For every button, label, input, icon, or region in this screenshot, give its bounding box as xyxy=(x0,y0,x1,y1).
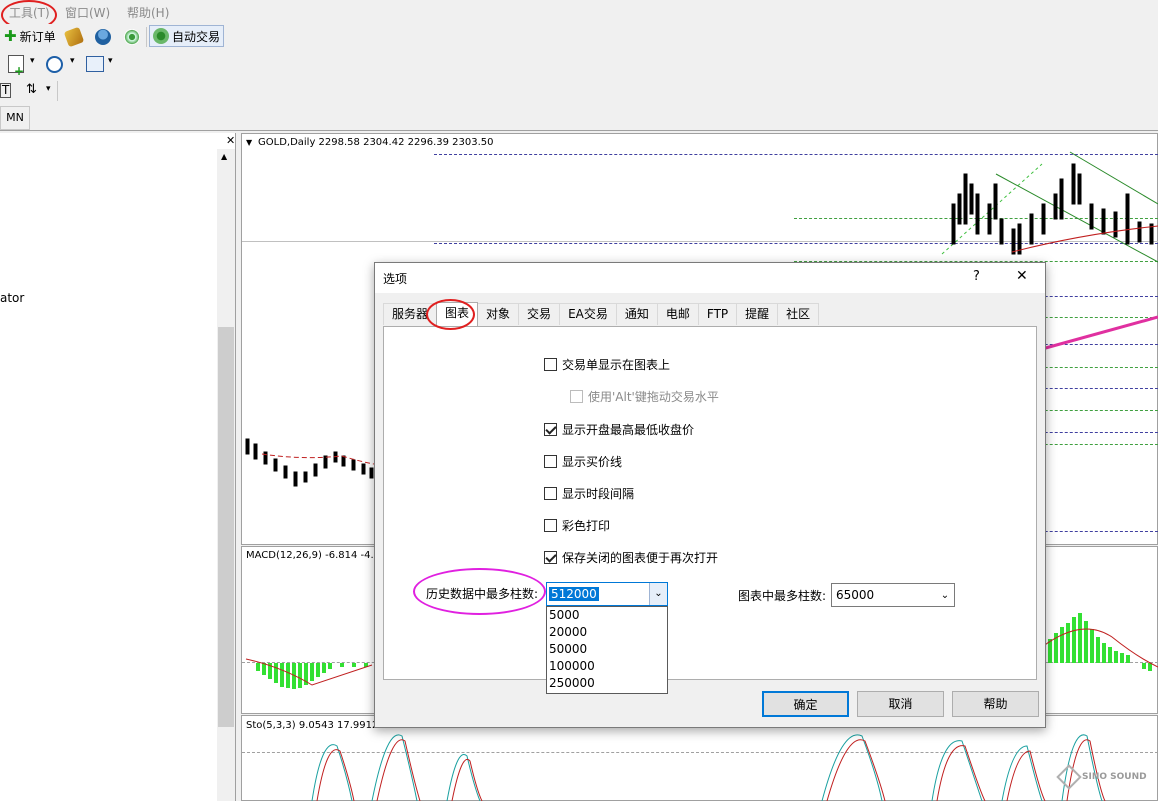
option-label: 显示时段间隔 xyxy=(562,487,635,501)
signals-icon[interactable] xyxy=(95,29,111,45)
templates-icon[interactable] xyxy=(86,56,104,72)
navigator-scrollbar[interactable]: ▲ xyxy=(217,149,235,801)
option-checkbox[interactable] xyxy=(544,551,557,564)
option-checkbox[interactable] xyxy=(544,519,557,532)
option-checkbox[interactable] xyxy=(544,455,557,468)
toolbar-line-studies: T ⇅ ▾ xyxy=(0,80,1158,104)
option-row[interactable]: 保存关闭的图表便于再次打开 xyxy=(544,549,718,566)
navigator-panel: ✕ ator xyxy=(0,133,236,801)
max-bars-chart-label: 图表中最多柱数: xyxy=(738,589,827,603)
text-tool-icon[interactable]: T xyxy=(0,83,12,98)
tab-4[interactable]: EA交易 xyxy=(559,303,617,325)
option-row[interactable]: 使用'Alt'键拖动交易水平 xyxy=(570,388,719,405)
option-checkbox[interactable] xyxy=(544,358,557,371)
toolbar-periods: MN xyxy=(0,106,1158,130)
auto-trading-icon xyxy=(153,28,169,44)
toolbar-charts: + ▾ ▾ ▾ xyxy=(0,52,1158,78)
new-order-button[interactable]: ✚ 新订单 xyxy=(0,25,60,47)
chevron-down-icon-4[interactable]: ▾ xyxy=(46,84,51,94)
chevron-down-icon[interactable]: ▾ xyxy=(30,56,35,66)
tab-3[interactable]: 交易 xyxy=(518,303,561,325)
max-bars-chart-combo[interactable]: 65000 ⌄ xyxy=(831,583,955,607)
dropdown-option[interactable]: 5000 xyxy=(547,607,667,624)
tools-icon[interactable] xyxy=(63,26,85,48)
option-label: 使用'Alt'键拖动交易水平 xyxy=(588,390,719,404)
option-row[interactable]: 显示买价线 xyxy=(544,453,622,470)
tab-7[interactable]: FTP xyxy=(697,303,738,325)
toolbar-standard: ✚ 新订单 自动交易 xyxy=(0,24,1158,50)
timeframe-mn-button[interactable]: MN xyxy=(0,106,30,130)
new-order-icon: ✚ xyxy=(4,27,17,45)
option-row[interactable]: 交易单显示在图表上 xyxy=(544,356,670,373)
help-glyph-button[interactable]: ? xyxy=(973,269,980,284)
dialog-titlebar: 选项 ? ✕ xyxy=(375,263,1045,293)
chart-options-pane: 交易单显示在图表上使用'Alt'键拖动交易水平显示开盘最高最低收盘价 显示买价线显… xyxy=(383,326,1037,694)
option-label: 显示买价线 xyxy=(562,455,623,469)
option-label: 显示开盘最高最低收盘价 xyxy=(562,423,695,437)
watermark: SINO SOUND xyxy=(1056,764,1147,790)
dropdown-option[interactable]: 250000 xyxy=(547,675,667,692)
tab-9[interactable]: 社区 xyxy=(777,303,820,325)
close-icon[interactable]: ✕ xyxy=(226,134,235,147)
options-dialog: 选项 ? ✕ 服务器 图表 对象 交易 EA交易 通知 电邮 FTP 提醒 社区 交易单显示在图表… xyxy=(374,262,1046,728)
option-checkbox xyxy=(570,390,583,403)
chevron-down-icon-2[interactable]: ▾ xyxy=(70,56,75,66)
max-bars-history-combo[interactable]: 512000 ⌄ xyxy=(546,582,668,606)
auto-trading-button[interactable]: 自动交易 xyxy=(149,25,225,47)
option-checkbox[interactable] xyxy=(544,487,557,500)
max-bars-history-value: 512000 xyxy=(549,587,599,601)
ok-button[interactable]: 确定 xyxy=(762,691,849,717)
option-label: 保存关闭的图表便于再次打开 xyxy=(562,551,719,565)
navigator-item[interactable]: ator xyxy=(0,291,24,305)
tab-8[interactable]: 提醒 xyxy=(736,303,779,325)
scroll-up-icon[interactable]: ▲ xyxy=(221,152,227,161)
dropdown-option[interactable]: 20000 xyxy=(547,624,667,641)
dropdown-option[interactable]: 100000 xyxy=(547,658,667,675)
chevron-down-icon-chart-bars[interactable]: ⌄ xyxy=(936,590,954,601)
max-bars-history-dropdown: 5000 20000 50000 100000 250000 xyxy=(546,606,668,694)
diamond-logo-icon xyxy=(1056,764,1082,790)
arrows-icon[interactable]: ⇅ xyxy=(26,82,37,97)
tab-5[interactable]: 通知 xyxy=(615,303,658,325)
dropdown-option[interactable]: 50000 xyxy=(547,641,667,658)
menu-window[interactable]: 窗口(W) xyxy=(65,4,110,21)
option-row[interactable]: 显示时段间隔 xyxy=(544,485,634,502)
chevron-down-icon-history[interactable]: ⌄ xyxy=(649,583,667,605)
chevron-down-icon-3[interactable]: ▾ xyxy=(108,56,113,66)
plus-icon: + xyxy=(14,64,25,78)
dialog-title: 选项 xyxy=(383,272,408,286)
clock-icon[interactable] xyxy=(46,56,63,73)
scroll-thumb[interactable] xyxy=(218,327,234,727)
menu-bar: 工具(T) 窗口(W) 帮助(H) xyxy=(0,0,1158,30)
option-row[interactable]: 显示开盘最高最低收盘价 xyxy=(544,421,694,438)
cancel-button[interactable]: 取消 xyxy=(857,691,944,717)
option-checkbox[interactable] xyxy=(544,423,557,436)
option-row[interactable]: 彩色打印 xyxy=(544,517,610,534)
option-label: 彩色打印 xyxy=(562,519,611,533)
market-icon[interactable] xyxy=(124,29,140,45)
menu-help[interactable]: 帮助(H) xyxy=(127,4,169,21)
highlight-ellipse-chart-tab xyxy=(426,299,475,330)
close-icon[interactable]: ✕ xyxy=(1016,268,1028,284)
max-bars-history-label: 历史数据中最多柱数: xyxy=(426,587,539,601)
max-bars-chart-value: 65000 xyxy=(836,588,875,602)
tab-6[interactable]: 电邮 xyxy=(656,303,699,325)
option-label: 交易单显示在图表上 xyxy=(562,358,671,372)
help-button[interactable]: 帮助 xyxy=(952,691,1039,717)
tab-2[interactable]: 对象 xyxy=(477,303,520,325)
